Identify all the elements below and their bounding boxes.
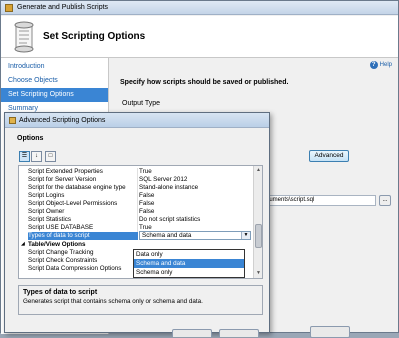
property-name: Types of data to script	[28, 232, 138, 240]
page-title: Set Scripting Options	[43, 31, 146, 42]
nav-item-choose-objects[interactable]: Choose Objects	[1, 74, 108, 88]
options-label: Options	[17, 135, 44, 142]
help-link[interactable]: ? Help	[369, 61, 392, 69]
property-value: True	[139, 168, 152, 175]
chevron-down-icon[interactable]: ▼	[241, 232, 250, 239]
scroll-down-icon[interactable]: ▼	[255, 270, 262, 277]
instruction-text: Specify how scripts should be saved or p…	[120, 79, 289, 86]
help-icon: ?	[369, 61, 378, 69]
scroll-up-icon[interactable]: ▲	[255, 167, 262, 174]
property-name: Script Check Constraints	[28, 257, 98, 264]
property-value: Do not script statistics	[139, 216, 201, 223]
collapse-icon[interactable]: ◢	[21, 242, 27, 248]
browse-button[interactable]: ...	[379, 195, 391, 206]
dialog-icon	[9, 117, 16, 124]
property-grid-scrollbar[interactable]: ▲ ▼	[253, 166, 262, 278]
category-name: Table/View Options	[28, 241, 86, 248]
description-text: Generates script that contains schema on…	[23, 298, 203, 305]
property-name: Script Data Compression Options	[28, 265, 122, 272]
property-name: Script for the database engine type	[28, 184, 126, 191]
property-name: Script Extended Properties	[28, 168, 103, 175]
description-title: Types of data to script	[23, 289, 98, 296]
wizard-footer-button[interactable]	[310, 326, 350, 338]
nav-item-introduction[interactable]: Introduction	[1, 60, 108, 74]
grid-row[interactable]: Script for Server Version SQL Server 2012	[19, 176, 253, 184]
property-value: False	[139, 192, 155, 199]
combo-value: Schema and data	[142, 232, 192, 239]
property-value: SQL Server 2012	[139, 176, 188, 183]
dialog-cancel-button[interactable]	[219, 329, 259, 337]
property-value: False	[139, 208, 155, 215]
grid-category[interactable]: ◢ Table/View Options	[19, 241, 253, 249]
property-name: Script USE DATABASE	[28, 224, 94, 231]
dropdown-option-data-only[interactable]: Data only	[134, 250, 244, 259]
grid-row[interactable]: Script Statistics Do not script statistic…	[19, 216, 253, 224]
file-name-input[interactable]: ocuments\script.sql	[260, 195, 376, 206]
property-pages-icon[interactable]: □	[45, 151, 56, 162]
dialog-title: Advanced Scripting Options	[19, 117, 106, 124]
property-name: Script Change Tracking	[28, 249, 94, 256]
types-of-data-combo[interactable]: Schema and data ▼	[139, 231, 251, 240]
window-title: Generate and Publish Scripts	[17, 4, 109, 11]
property-value: False	[139, 200, 155, 207]
wizard-header: Set Scripting Options	[1, 16, 398, 58]
dialog-ok-button[interactable]	[172, 329, 212, 337]
alphabetical-sort-icon[interactable]: ↓	[31, 151, 42, 162]
window-title-bar: Generate and Publish Scripts	[1, 1, 398, 15]
scroll-thumb[interactable]	[255, 224, 262, 248]
help-label: Help	[379, 62, 392, 68]
property-name: Script Owner	[28, 208, 65, 215]
categorized-icon[interactable]: ☰	[19, 151, 30, 162]
app-icon	[5, 4, 13, 12]
property-value: Stand-alone instance	[139, 184, 199, 191]
types-of-data-dropdown-list: Data only Schema and data Schema only	[133, 249, 245, 278]
grid-row[interactable]: Script Extended Properties True	[19, 168, 253, 176]
advanced-scripting-options-dialog: Advanced Scripting Options Options ☰ ↓ □…	[4, 112, 270, 337]
dropdown-option-schema-only[interactable]: Schema only	[134, 268, 244, 277]
output-type-label: Output Type	[122, 100, 161, 107]
grid-row[interactable]: Script Logins False	[19, 192, 253, 200]
nav-item-set-scripting-options[interactable]: Set Scripting Options	[1, 88, 108, 102]
script-scroll-icon	[14, 21, 34, 53]
dialog-title-bar: Advanced Scripting Options	[5, 113, 269, 128]
property-name: Script Statistics	[28, 216, 72, 223]
property-name: Script for Server Version	[28, 176, 97, 183]
property-name: Script Object-Level Permissions	[28, 200, 118, 207]
grid-row[interactable]: Script for the database engine type Stand…	[19, 184, 253, 192]
property-name: Script Logins	[28, 192, 65, 199]
dropdown-option-schema-and-data[interactable]: Schema and data	[134, 259, 244, 268]
grid-row[interactable]: Script Object-Level Permissions False	[19, 200, 253, 208]
grid-row[interactable]: Script Owner False	[19, 208, 253, 216]
description-panel: Types of data to script Generates script…	[18, 285, 263, 315]
advanced-button[interactable]: Advanced	[309, 150, 349, 162]
